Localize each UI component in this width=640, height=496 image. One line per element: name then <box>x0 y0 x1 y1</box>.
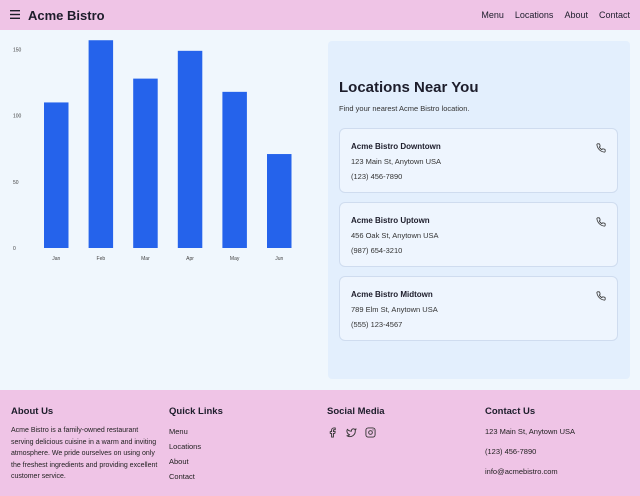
brand-logo-text[interactable]: Acme Bistro <box>28 8 105 23</box>
footer-about-text: Acme Bistro is a family-owned restaurant… <box>11 427 158 480</box>
footer-contact-email[interactable]: info@acmebistro.com <box>485 467 575 476</box>
footer-quick-links-section: Quick Links Menu Locations About Contact <box>169 406 223 481</box>
footer-link-contact[interactable]: Contact <box>169 472 223 481</box>
footer-social-heading: Social Media <box>327 406 385 417</box>
x-tick-label: Feb <box>97 256 106 262</box>
location-card-downtown[interactable]: Acme Bistro Downtown 123 Main St, Anytow… <box>339 128 618 193</box>
location-address: 789 Elm St, Anytown USA <box>351 305 438 314</box>
y-tick-label: 150 <box>13 48 22 54</box>
footer-social-section: Social Media <box>327 406 385 438</box>
footer-contact-heading: Contact Us <box>485 406 536 417</box>
y-tick-label: 100 <box>13 114 22 120</box>
locations-panel: Locations Near You Find your nearest Acm… <box>328 41 630 379</box>
x-tick-label: May <box>230 256 240 262</box>
bar-jun[interactable] <box>267 154 292 248</box>
bar-jan[interactable] <box>44 102 69 248</box>
phone-icon[interactable] <box>596 214 606 227</box>
phone-icon[interactable] <box>596 288 606 301</box>
main-nav: Menu Locations About Contact <box>470 10 630 20</box>
location-name: Acme Bistro Uptown <box>351 216 430 225</box>
footer-link-menu[interactable]: Menu <box>169 427 223 436</box>
footer-about-section: About Us Acme Bistro is a family-owned r… <box>11 406 161 483</box>
locations-subtitle: Find your nearest Acme Bistro location. <box>339 104 470 113</box>
instagram-icon[interactable] <box>365 425 376 438</box>
x-tick-label: Mar <box>141 256 150 262</box>
twitter-icon[interactable] <box>346 425 357 438</box>
location-phone: (555) 123-4567 <box>351 320 403 329</box>
hamburger-menu-icon[interactable] <box>10 10 22 20</box>
bar-apr[interactable] <box>177 50 203 248</box>
location-phone: (987) 654-3210 <box>351 246 403 255</box>
footer-link-locations[interactable]: Locations <box>169 442 223 451</box>
footer-contact-phone[interactable]: (123) 456-7890 <box>485 447 575 456</box>
x-tick-label: Jun <box>275 256 283 262</box>
location-address: 456 Oak St, Anytown USA <box>351 231 439 240</box>
sales-bar-chart: 0 50 100 150 Jan Feb Mar Apr May Jun <box>0 30 320 270</box>
phone-icon[interactable] <box>596 140 606 153</box>
footer-contact-address: 123 Main St, Anytown USA <box>485 427 576 436</box>
x-tick-label: Jan <box>52 256 60 262</box>
bar-mar[interactable] <box>133 78 158 248</box>
bar-chart-svg: 0 50 100 150 Jan Feb Mar Apr May Jun <box>13 40 292 262</box>
y-tick-label: 0 <box>13 246 16 252</box>
x-tick-label: Apr <box>186 256 194 262</box>
facebook-icon[interactable] <box>327 425 338 438</box>
nav-link-about[interactable]: About <box>564 10 588 20</box>
footer-contact-section: Contact Us 123 Main St, Anytown USA (123… <box>485 406 575 476</box>
footer-link-about[interactable]: About <box>169 457 223 466</box>
footer-links-heading: Quick Links <box>169 406 223 417</box>
location-phone: (123) 456-7890 <box>351 172 403 181</box>
social-icons <box>327 425 385 438</box>
location-address: 123 Main St, Anytown USA <box>351 157 442 166</box>
site-footer: About Us Acme Bistro is a family-owned r… <box>0 390 640 496</box>
main-content: 0 50 100 150 Jan Feb Mar Apr May Jun Locations Ne… <box>0 30 640 390</box>
nav-link-contact[interactable]: Contact <box>599 10 630 20</box>
location-card-midtown[interactable]: Acme Bistro Midtown 789 Elm St, Anytown … <box>339 276 618 341</box>
bar-may[interactable] <box>222 91 247 248</box>
location-card-uptown[interactable]: Acme Bistro Uptown 456 Oak St, Anytown U… <box>339 202 618 267</box>
y-tick-label: 50 <box>13 180 19 186</box>
locations-title: Locations Near You <box>339 79 479 96</box>
nav-link-locations[interactable]: Locations <box>515 10 554 20</box>
nav-link-menu[interactable]: Menu <box>481 10 504 20</box>
location-name: Acme Bistro Downtown <box>351 142 441 151</box>
footer-about-heading: About Us <box>11 406 54 417</box>
bar-feb[interactable] <box>88 40 114 249</box>
site-header: Acme Bistro Menu Locations About Contact <box>0 0 640 30</box>
location-name: Acme Bistro Midtown <box>351 290 433 299</box>
